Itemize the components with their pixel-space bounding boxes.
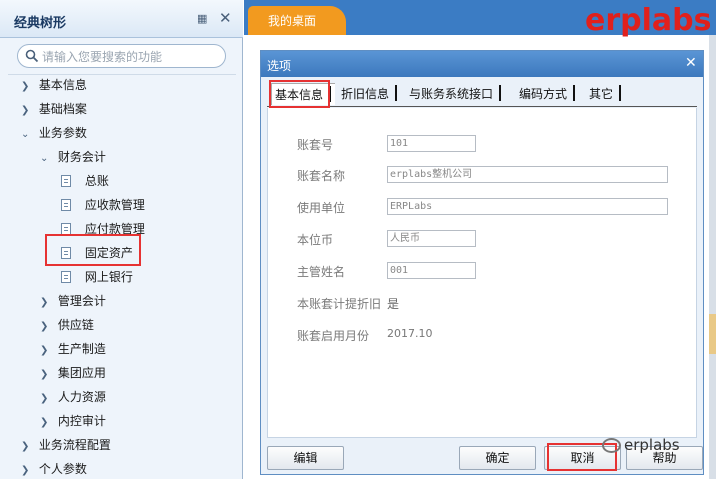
chevron-right-icon[interactable]: ❯ xyxy=(21,461,35,479)
tree-item-label: 财务会计 xyxy=(57,150,106,164)
tree-item-label: 管理会计 xyxy=(57,294,106,308)
basic-info-panel: 账套号 101 账套名称 erplabs整机公司 使用单位 ERPLabs 本位… xyxy=(267,108,697,438)
scrollbar[interactable] xyxy=(709,35,716,479)
search-box xyxy=(17,44,226,68)
tab-encoding[interactable]: 编码方式 xyxy=(516,83,586,105)
tab-separator xyxy=(573,85,576,101)
tree-item-manufacturing[interactable]: ❯ 生产制造 xyxy=(40,339,106,359)
options-dialog: 选项 ✕ 基本信息 折旧信息 与账务系统接口 编码方式 其它 账套号 101 账… xyxy=(260,50,704,475)
dialog-tabs: 基本信息 折旧信息 与账务系统接口 编码方式 其它 xyxy=(267,83,697,107)
tree-item-supply-chain[interactable]: ❯ 供应链 xyxy=(40,315,94,335)
chevron-down-icon[interactable]: ⌄ xyxy=(21,125,35,145)
tab-other[interactable]: 其它 xyxy=(586,83,632,105)
watermark: erplabs xyxy=(602,436,680,454)
tab-separator xyxy=(499,85,502,101)
tab-label: 折旧信息 xyxy=(341,87,390,101)
tree-item-label: 个人参数 xyxy=(38,462,87,476)
tab-separator xyxy=(619,85,622,101)
field-label-account-set-name: 账套名称 xyxy=(297,169,346,183)
tree-item-base-archive[interactable]: ❯ 基础档案 xyxy=(21,99,87,119)
tree-item-group-apps[interactable]: ❯ 集团应用 xyxy=(40,363,106,383)
brand-logo: erplabs xyxy=(585,3,712,38)
tree-item-label: 网上银行 xyxy=(84,270,133,284)
chevron-right-icon[interactable]: ❯ xyxy=(40,365,54,385)
highlight-box-fixed-assets xyxy=(45,234,141,266)
tree-item-personal-params[interactable]: ❯ 个人参数 xyxy=(21,459,87,479)
tree-item-label: 应收款管理 xyxy=(84,198,145,212)
tree-item-label: 人力资源 xyxy=(57,390,106,404)
tree-item-business-params[interactable]: ⌄ 业务参数 xyxy=(21,123,87,143)
search-input[interactable] xyxy=(42,48,220,65)
tab-accounting-interface[interactable]: 与账务系统接口 xyxy=(406,83,516,105)
close-icon[interactable]: ✕ xyxy=(219,9,232,27)
document-icon xyxy=(61,199,71,211)
tree-item-receivables[interactable]: 应收款管理 xyxy=(61,195,145,215)
tab-my-desktop[interactable]: 我的桌面 xyxy=(248,6,346,35)
chevron-right-icon[interactable]: ❯ xyxy=(40,317,54,337)
tree-item-label: 基本信息 xyxy=(38,78,87,92)
tree-item-basic-info[interactable]: ❯ 基本信息 xyxy=(21,75,87,95)
supervisor-name-field[interactable]: 001 xyxy=(387,262,476,279)
tab-label: 其它 xyxy=(589,87,614,101)
base-currency-field[interactable]: 人民币 xyxy=(387,230,476,247)
sidebar: 经典树形 ▦ ✕ ❯ 基本信息 ❯ 基础档案 ⌄ 业务参数 ⌄ 财务会计 总账 … xyxy=(0,0,243,479)
chevron-right-icon[interactable]: ❯ xyxy=(21,437,35,457)
tab-label: 我的桌面 xyxy=(268,14,317,28)
close-icon[interactable]: ✕ xyxy=(685,55,697,71)
account-set-no-field[interactable]: 101 xyxy=(387,135,476,152)
chevron-right-icon[interactable]: ❯ xyxy=(40,293,54,313)
tree-item-online-banking[interactable]: 网上银行 xyxy=(61,267,133,287)
sidebar-title: 经典树形 xyxy=(14,16,67,31)
tab-label: 与账务系统接口 xyxy=(409,87,494,101)
chevron-right-icon[interactable]: ❯ xyxy=(21,101,35,121)
dialog-title: 选项 xyxy=(267,59,292,73)
tree-item-label: 总账 xyxy=(84,174,109,188)
tab-label: 编码方式 xyxy=(519,87,568,101)
document-icon xyxy=(61,175,71,187)
wechat-icon xyxy=(602,438,621,453)
highlight-box-basic-tab xyxy=(269,80,330,108)
chevron-right-icon[interactable]: ❯ xyxy=(40,413,54,433)
tree-item-management-accounting[interactable]: ❯ 管理会计 xyxy=(40,291,106,311)
tree-item-general-ledger[interactable]: 总账 xyxy=(61,171,109,191)
chevron-right-icon[interactable]: ❯ xyxy=(40,389,54,409)
chevron-right-icon[interactable]: ❯ xyxy=(40,341,54,361)
chevron-down-icon[interactable]: ⌄ xyxy=(40,149,54,169)
sidebar-header: 经典树形 ▦ ✕ xyxy=(0,0,243,38)
tree-item-label: 集团应用 xyxy=(57,366,106,380)
tree-item-financial-accounting[interactable]: ⌄ 财务会计 xyxy=(40,147,106,167)
tree-item-hr[interactable]: ❯ 人力资源 xyxy=(40,387,106,407)
tree-item-label: 业务流程配置 xyxy=(38,438,111,452)
user-unit-field[interactable]: ERPLabs xyxy=(387,198,668,215)
chevron-right-icon[interactable]: ❯ xyxy=(21,77,35,97)
edit-button[interactable]: 编辑 xyxy=(267,446,344,470)
tree-item-label: 内控审计 xyxy=(57,414,106,428)
tree-item-label: 供应链 xyxy=(57,318,94,332)
dialog-titlebar: 选项 ✕ xyxy=(261,51,703,77)
field-label-start-month: 账套启用月份 xyxy=(297,329,370,343)
account-set-name-field[interactable]: erplabs整机公司 xyxy=(387,166,668,183)
field-label-supervisor-name: 主管姓名 xyxy=(297,265,346,279)
field-label-base-currency: 本位币 xyxy=(297,233,334,247)
ok-button[interactable]: 确定 xyxy=(459,446,536,470)
pin-icon[interactable]: ▦ xyxy=(197,12,207,25)
tree-item-internal-audit[interactable]: ❯ 内控审计 xyxy=(40,411,106,431)
tree-item-workflow-config[interactable]: ❯ 业务流程配置 xyxy=(21,435,111,455)
field-label-depreciation-flag: 本账套计提折旧 xyxy=(297,297,382,311)
tree-item-label: 基础档案 xyxy=(38,102,87,116)
tree-item-label: 业务参数 xyxy=(38,126,87,140)
document-icon xyxy=(61,271,71,283)
depreciation-flag-value: 是 xyxy=(387,297,400,311)
scrollbar-thumb[interactable] xyxy=(709,314,716,354)
search-icon[interactable] xyxy=(25,49,39,63)
field-label-user-unit: 使用单位 xyxy=(297,201,346,215)
start-month-value: 2017.10 xyxy=(387,327,433,340)
tree-item-label: 生产制造 xyxy=(57,342,106,356)
field-label-account-set-no: 账套号 xyxy=(297,138,334,152)
tab-separator xyxy=(395,85,398,101)
tab-depreciation-info[interactable]: 折旧信息 xyxy=(338,83,406,105)
watermark-text: erplabs xyxy=(624,436,680,454)
